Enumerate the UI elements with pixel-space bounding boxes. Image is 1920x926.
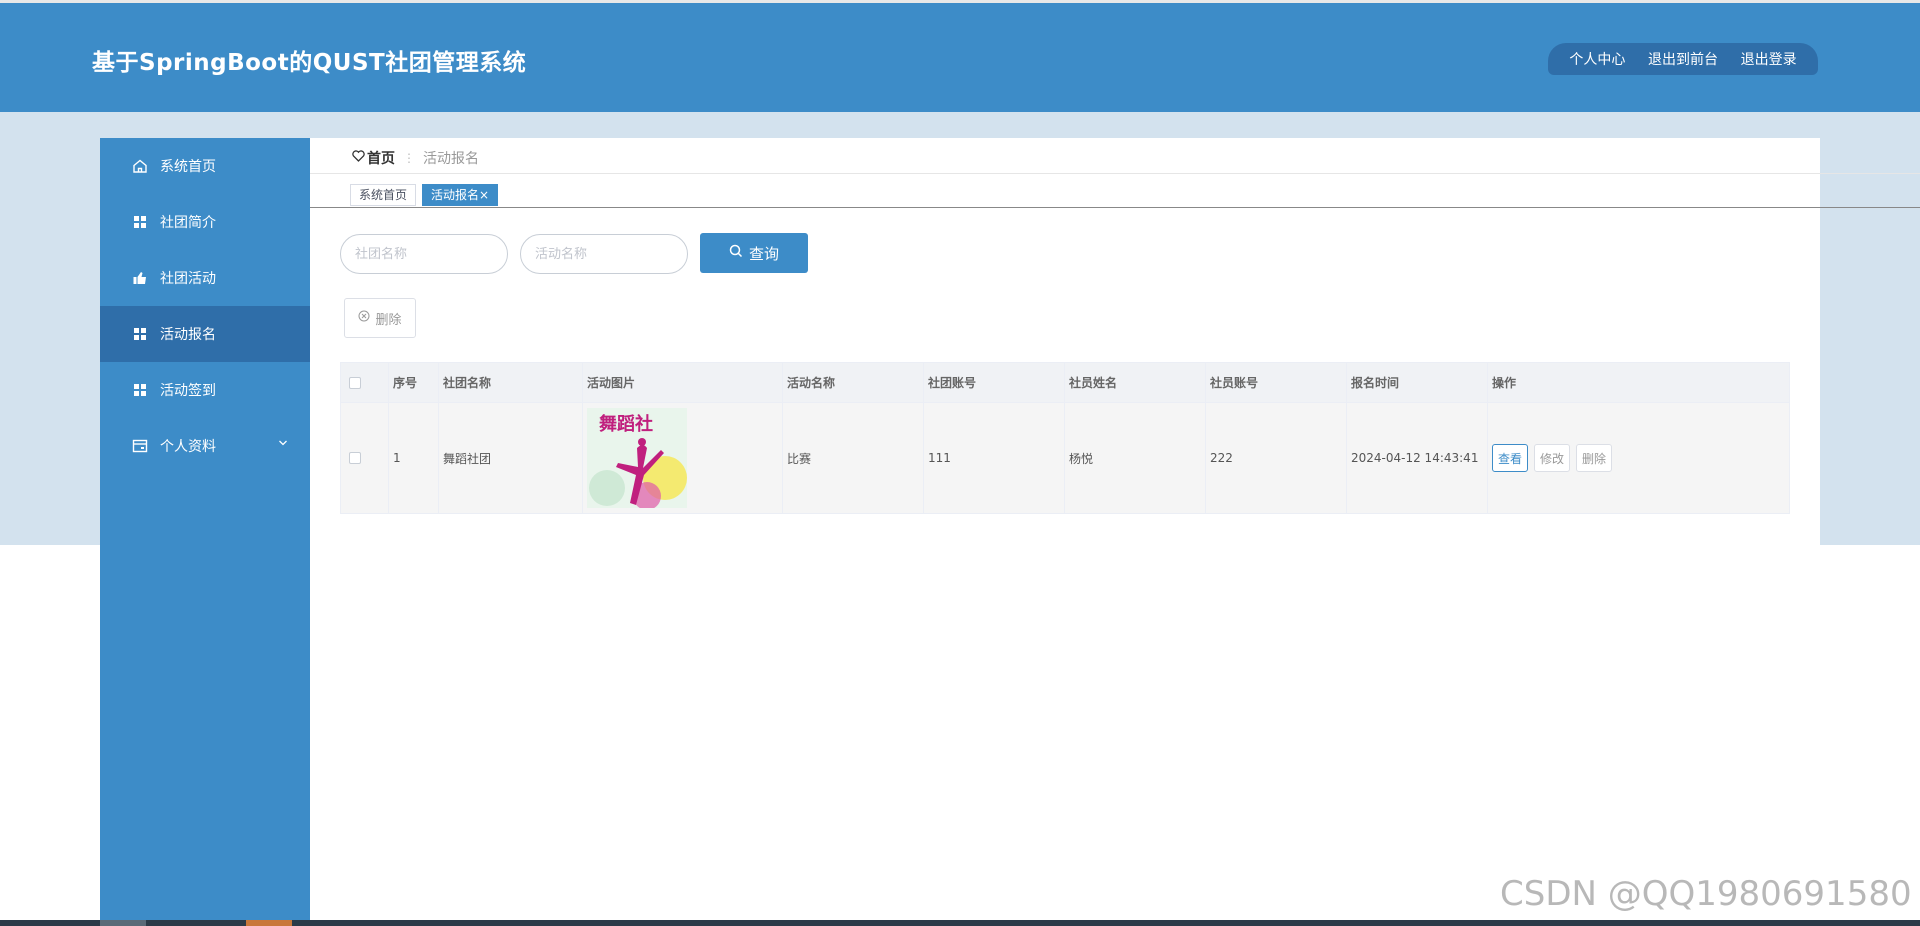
tag-tabs: 系统首页 活动报名× <box>350 184 504 206</box>
thumb-icon <box>132 270 148 286</box>
card-icon <box>132 438 148 454</box>
taskbar-item[interactable] <box>100 920 146 926</box>
sidebar-item-activity-signup[interactable]: 活动报名 <box>100 306 310 362</box>
sidebar-item-activity-checkin[interactable]: 活动签到 <box>100 362 310 418</box>
divider <box>310 173 1920 174</box>
edit-button[interactable]: 修改 <box>1534 444 1571 472</box>
column-header: 操作 <box>1492 376 1517 390</box>
sidebar-item-profile[interactable]: 个人资料 <box>100 418 310 474</box>
sidebar-item-label: 个人资料 <box>160 439 216 455</box>
close-circle-icon <box>358 310 370 326</box>
row-actions: 查看 修改 删除 <box>1492 444 1613 472</box>
tab-activity-signup[interactable]: 活动报名× <box>422 184 499 206</box>
taskbar <box>0 920 1920 926</box>
club-name-cell: 舞蹈社团 <box>439 403 583 513</box>
breadcrumb-current: 活动报名 <box>423 151 479 167</box>
table-header: 序号 社团名称 活动图片 活动名称 社团账号 社员姓名 社员账号 报名时间 操作 <box>341 363 1789 403</box>
sidebar-item-label: 社团活动 <box>160 271 216 287</box>
club-name-search-input[interactable] <box>340 234 508 274</box>
operations-cell: 查看 修改 删除 <box>1488 403 1789 513</box>
search-icon <box>729 244 743 262</box>
image-caption: 舞蹈社 <box>599 414 653 435</box>
divider <box>310 207 1920 208</box>
club-account-cell: 111 <box>924 403 1065 513</box>
view-button[interactable]: 查看 <box>1492 444 1529 472</box>
column-header: 社团名称 <box>439 363 583 402</box>
close-icon[interactable]: × <box>479 188 489 202</box>
select-all-checkbox[interactable] <box>349 376 361 389</box>
signup-time-cell: 2024-04-12 14:43:41 <box>1347 403 1488 513</box>
app-header: 基于SpringBoot的QUST社团管理系统 个人中心 退出到前台 退出登录 <box>0 0 1920 112</box>
member-account-cell: 222 <box>1206 403 1347 513</box>
top-nav: 个人中心 退出到前台 退出登录 <box>1548 43 1818 75</box>
tab-home[interactable]: 系统首页 <box>350 184 417 206</box>
home-icon <box>132 158 148 174</box>
sidebar-item-club-activity[interactable]: 社团活动 <box>100 250 310 306</box>
app-title: 基于SpringBoot的QUST社团管理系统 <box>92 50 527 76</box>
logout-link[interactable]: 退出登录 <box>1741 49 1797 69</box>
activity-image[interactable]: 舞蹈社 <box>587 408 687 508</box>
row-select-cell <box>341 403 389 513</box>
grid-icon <box>132 326 148 342</box>
breadcrumb-home[interactable]: 首页 <box>367 148 395 168</box>
sidebar: 系统首页 社团简介 社团活动 活动报名 活动签到 个人资料 <box>100 138 310 926</box>
member-name-cell: 杨悦 <box>1065 403 1206 513</box>
column-header: 社员姓名 <box>1065 363 1206 402</box>
profile-link[interactable]: 个人中心 <box>1569 49 1625 69</box>
column-header: 活动图片 <box>583 363 783 402</box>
sidebar-item-label: 社团简介 <box>160 215 216 231</box>
delete-button[interactable]: 删除 <box>1576 444 1613 472</box>
main-content: 首页 ⋮ 活动报名 系统首页 活动报名× 查询 删除 序号 社团名称 活动图片 … <box>310 138 1920 545</box>
column-header: 活动名称 <box>783 363 924 402</box>
column-header: 序号 <box>389 363 439 402</box>
breadcrumb-separator-icon: ⋮ <box>403 151 415 165</box>
watermark: CSDN @QQ1980691580 <box>1500 874 1912 914</box>
select-all-cell <box>341 363 389 402</box>
query-button[interactable]: 查询 <box>700 233 808 273</box>
heart-icon <box>352 150 365 166</box>
sidebar-item-label: 活动签到 <box>160 383 216 399</box>
sidebar-item-label: 系统首页 <box>160 159 216 175</box>
activity-name-cell: 比赛 <box>783 403 924 513</box>
signup-table: 序号 社团名称 活动图片 活动名称 社团账号 社员姓名 社员账号 报名时间 操作… <box>340 362 1790 514</box>
sidebar-item-home[interactable]: 系统首页 <box>100 138 310 194</box>
sidebar-item-club-intro[interactable]: 社团简介 <box>100 194 310 250</box>
table-row: 1 舞蹈社团 舞蹈社 比赛 111 杨悦 222 2024-04-12 14:4… <box>341 403 1789 513</box>
taskbar-item[interactable] <box>246 920 292 926</box>
column-header: 报名时间 <box>1347 363 1488 402</box>
exit-to-frontend-link[interactable]: 退出到前台 <box>1648 49 1718 69</box>
index-cell: 1 <box>389 403 439 513</box>
column-header: 社团账号 <box>924 363 1065 402</box>
grid-icon <box>132 214 148 230</box>
activity-image-cell: 舞蹈社 <box>583 403 783 513</box>
sidebar-item-label: 活动报名 <box>160 327 216 343</box>
grid-icon <box>132 382 148 398</box>
breadcrumb: 首页 ⋮ 活动报名 <box>352 148 479 168</box>
row-checkbox[interactable] <box>349 452 361 464</box>
batch-delete-button[interactable]: 删除 <box>344 298 416 338</box>
chevron-down-icon <box>278 438 288 451</box>
activity-name-search-input[interactable] <box>520 234 688 274</box>
column-header: 社员账号 <box>1206 363 1347 402</box>
